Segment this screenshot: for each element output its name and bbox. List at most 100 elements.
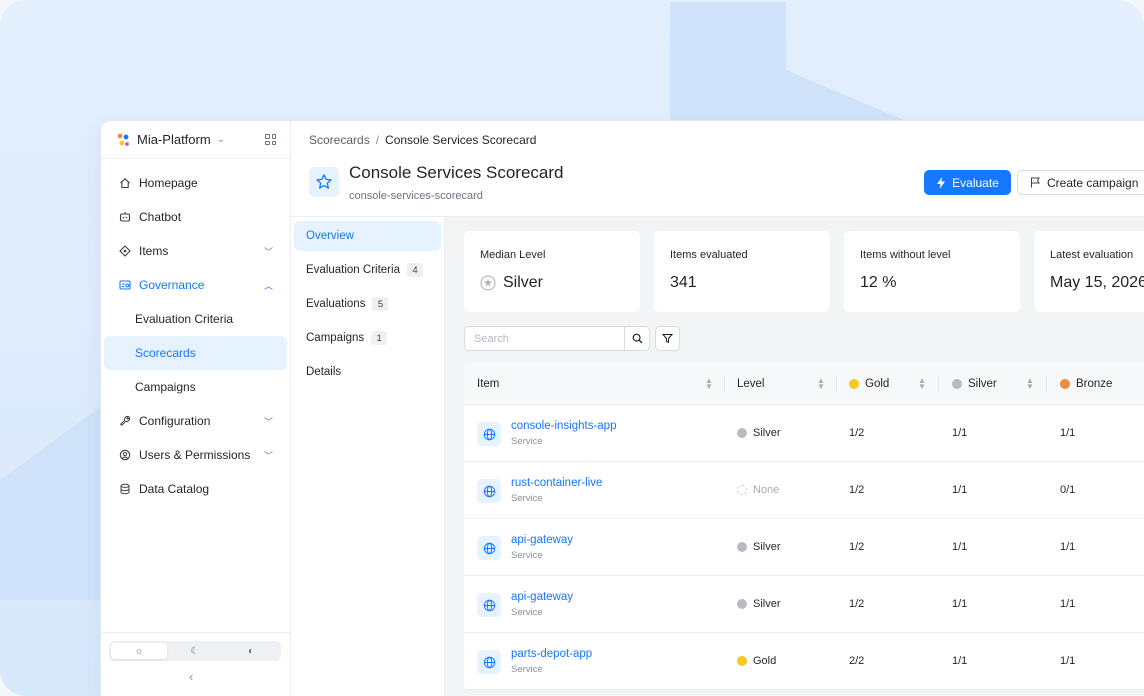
tab-overview[interactable]: Overview <box>294 221 441 251</box>
level-cell: Silver <box>737 541 781 553</box>
item-name-link[interactable]: rust-container-live <box>511 477 602 489</box>
stat-label: Median Level <box>480 249 546 261</box>
sidebar-item-items[interactable]: Items ﹀ <box>104 234 287 268</box>
column-header-item[interactable]: Item ▲ ▼ <box>477 363 717 405</box>
gold-medal-icon <box>737 656 747 666</box>
chatbot-icon <box>118 211 131 224</box>
tab-evaluation-criteria[interactable]: Evaluation Criteria 4 <box>294 255 441 285</box>
silver-cell: 1/1 <box>952 484 968 496</box>
dark-theme-moon-icon[interactable]: ☾ <box>167 643 223 659</box>
stat-label: Latest evaluation <box>1050 249 1134 261</box>
filter-button[interactable] <box>655 326 680 351</box>
sidebar-item-governance[interactable]: Governance ︿ <box>104 268 287 302</box>
level-value: Silver <box>753 598 781 610</box>
column-header-silver[interactable]: Silver ▲ ▼ <box>952 363 1048 405</box>
column-header-bronze[interactable]: Bronze <box>1060 363 1144 405</box>
stat-value: May 15, 2026 <box>1050 274 1144 291</box>
sort-icon[interactable]: ▲ ▼ <box>918 377 926 391</box>
sidebar-item-label: Homepage <box>139 176 198 190</box>
count-badge: 4 <box>406 263 423 277</box>
sidebar-item-label: Items <box>139 244 169 258</box>
item-name-link[interactable]: api-gateway <box>511 534 573 546</box>
sidebar-subitem-evaluation-criteria[interactable]: Evaluation Criteria <box>104 302 287 336</box>
org-switcher[interactable]: Mia-Platform ⌄ <box>101 121 290 159</box>
table-row[interactable]: parts-depot-app Service Gold 2/2 1/1 1/1 <box>464 633 1144 690</box>
stat-card-median-level: Median Level Silver <box>464 231 640 312</box>
item-name-link[interactable]: parts-depot-app <box>511 648 592 660</box>
level-value: Gold <box>753 655 777 667</box>
search-button[interactable] <box>624 327 649 350</box>
globe-icon <box>477 479 501 503</box>
column-header-label: Level <box>737 378 765 390</box>
tab-evaluations[interactable]: Evaluations 5 <box>294 289 441 319</box>
sidebar-item-homepage[interactable]: Homepage <box>104 166 287 200</box>
item-type: Service <box>511 436 543 447</box>
sort-icon[interactable]: ▲ ▼ <box>1026 377 1034 391</box>
level-cell: None <box>737 484 779 496</box>
sidebar-item-data-catalog[interactable]: Data Catalog <box>104 472 287 506</box>
item-type: Service <box>511 664 543 675</box>
sidebar-footer: ☼ ☾ ◐ ‹ <box>101 632 291 696</box>
sort-icon[interactable]: ▲ ▼ <box>817 377 825 391</box>
silver-cell: 1/1 <box>952 598 968 610</box>
database-icon <box>118 483 131 496</box>
bronze-cell: 0/1 <box>1060 484 1076 496</box>
item-name-link[interactable]: console-insights-app <box>511 420 616 432</box>
evaluate-button[interactable]: Evaluate <box>924 170 1011 195</box>
sidebar-item-users-permissions[interactable]: Users & Permissions ﹀ <box>104 438 287 472</box>
tab-campaigns[interactable]: Campaigns 1 <box>294 323 441 353</box>
collapse-sidebar-chevron-left-icon[interactable]: ‹ <box>189 669 193 684</box>
theme-switch: ☼ ☾ ◐ <box>109 641 281 661</box>
page-subtitle: console-services-scorecard <box>349 190 483 202</box>
breadcrumb-separator: / <box>375 133 380 147</box>
light-theme-sun-icon[interactable]: ☼ <box>111 643 167 659</box>
home-icon <box>118 177 131 190</box>
level-value: None <box>753 484 780 496</box>
column-divider <box>938 376 939 392</box>
org-name: Mia-Platform <box>137 132 211 147</box>
level-cell: Silver <box>737 598 781 610</box>
item-type: Service <box>511 550 543 561</box>
tab-details[interactable]: Details <box>294 357 441 387</box>
silver-cell: 1/1 <box>952 655 968 667</box>
column-header-gold[interactable]: Gold ▲ ▼ <box>849 363 939 405</box>
tab-label: Evaluations <box>306 298 366 310</box>
bronze-cell: 1/1 <box>1060 598 1076 610</box>
evaluate-label: Evaluate <box>952 175 999 190</box>
sort-icon[interactable]: ▲ ▼ <box>705 377 713 391</box>
column-header-level[interactable]: Level ▲ ▼ <box>737 363 837 405</box>
governance-icon <box>118 279 131 292</box>
sidebar: Mia-Platform ⌄ Homepage Chatbot Items ﹀ … <box>101 121 291 696</box>
sidebar-subitem-scorecards[interactable]: Scorecards <box>104 336 287 370</box>
sidebar-subitem-campaigns[interactable]: Campaigns <box>104 370 287 404</box>
table-row[interactable]: console-insights-app Service Silver 1/2 … <box>464 405 1144 462</box>
bronze-cell: 1/1 <box>1060 427 1076 439</box>
sidebar-item-label: Governance <box>139 278 205 292</box>
stat-value: Silver <box>480 274 543 292</box>
chevron-down-icon: ﹀ <box>263 246 273 257</box>
bronze-cell: 1/1 <box>1060 655 1076 667</box>
create-campaign-button[interactable]: Create campaign <box>1017 170 1144 195</box>
sidebar-item-configuration[interactable]: Configuration ﹀ <box>104 404 287 438</box>
gold-cell: 1/2 <box>849 484 865 496</box>
search-input[interactable] <box>465 327 625 350</box>
silver-medal-icon <box>737 542 747 552</box>
tab-label: Campaigns <box>306 332 365 344</box>
silver-medal-icon <box>952 379 962 389</box>
system-theme-icon[interactable]: ◐ <box>223 643 279 659</box>
stat-card-items-without-level: Items without level 12 % <box>844 231 1020 312</box>
table-row[interactable]: api-gateway Service Silver 1/2 1/1 1/1 <box>464 576 1144 633</box>
breadcrumb-root-link[interactable]: Scorecards <box>309 133 370 147</box>
table-row[interactable]: api-gateway Service Silver 1/2 1/1 1/1 <box>464 519 1144 576</box>
globe-icon <box>477 650 501 674</box>
sidebar-item-chatbot[interactable]: Chatbot <box>104 200 287 234</box>
tab-label: Overview <box>306 230 354 242</box>
gold-cell: 1/2 <box>849 598 865 610</box>
breadcrumb-current: Console Services Scorecard <box>385 133 537 147</box>
bronze-cell: 1/1 <box>1060 541 1076 553</box>
stat-card-items-evaluated: Items evaluated 341 <box>654 231 830 312</box>
gold-cell: 2/2 <box>849 655 865 667</box>
item-name-link[interactable]: api-gateway <box>511 591 573 603</box>
apps-grid-icon[interactable] <box>265 134 276 145</box>
table-row[interactable]: rust-container-live Service None 1/2 1/1… <box>464 462 1144 519</box>
